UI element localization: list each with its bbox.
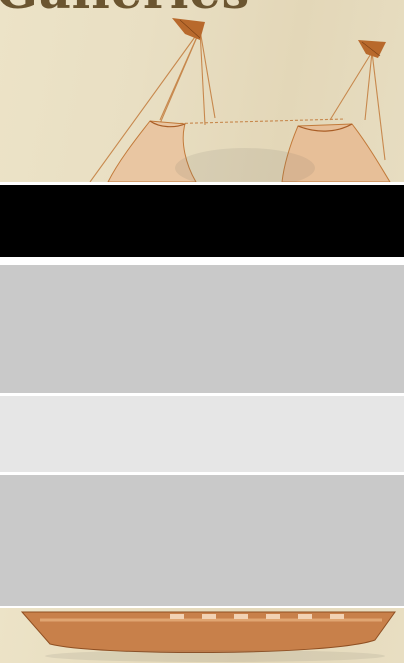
header-banner: Galleries (0, 0, 404, 182)
page: Galleries (0, 0, 404, 663)
site-title: Galleries (0, 0, 250, 20)
content-panel-2 (0, 396, 404, 472)
footer-banner (0, 608, 404, 663)
ship-illustration-icon (89, 18, 391, 182)
nav-bar (0, 185, 404, 257)
ship-hull-icon (20, 611, 396, 662)
content-panel-3 (0, 475, 404, 606)
content-panel-1 (0, 265, 404, 393)
